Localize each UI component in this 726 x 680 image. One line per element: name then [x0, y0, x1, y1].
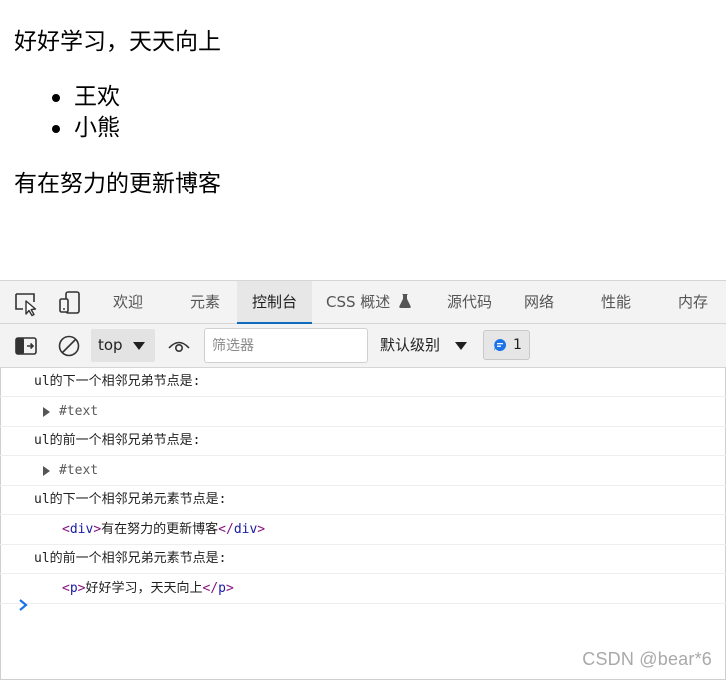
console-element[interactable]: <p>好好学习，天天向上</p> — [0, 574, 726, 604]
message-icon — [494, 338, 507, 351]
log-level-select[interactable]: 默认级别 — [380, 329, 467, 362]
expand-triangle-icon[interactable] — [43, 466, 50, 476]
tab-console[interactable]: 控制台 — [237, 281, 312, 324]
chevron-down-icon — [133, 342, 145, 350]
list-item: 王欢 — [14, 82, 120, 113]
console-element[interactable]: <div>有在努力的更新博客</div> — [0, 515, 726, 545]
issues-badge[interactable]: 1 — [483, 330, 530, 360]
list-item: 小熊 — [14, 113, 120, 144]
issues-count: 1 — [513, 337, 522, 353]
console-message: ul的前一个相邻兄弟元素节点是: — [0, 545, 726, 574]
clear-console-icon[interactable] — [57, 334, 81, 358]
console-prompt-icon[interactable] — [17, 596, 31, 614]
eye-icon[interactable] — [167, 334, 191, 358]
console-log: ul的下一个相邻兄弟节点是: #text ul的前一个相邻兄弟节点是: #tex… — [0, 368, 726, 604]
device-emulation-icon[interactable] — [56, 289, 84, 317]
context-select[interactable]: top — [91, 329, 155, 362]
console-object[interactable]: #text — [0, 456, 726, 486]
console-object[interactable]: #text — [0, 397, 726, 427]
page-paragraph: 好好学习，天天向上 — [14, 29, 221, 55]
console-message: ul的下一个相邻兄弟节点是: — [0, 368, 726, 397]
sidebar-toggle-icon[interactable] — [14, 334, 38, 358]
devtools-tabbar: 欢迎 元素 控制台 CSS 概述 源代码 网络 性能 内存 — [0, 280, 726, 324]
tab-elements[interactable]: 元素 — [190, 281, 220, 324]
tab-network[interactable]: 网络 — [524, 281, 554, 324]
bullet-icon — [52, 125, 60, 133]
tab-performance[interactable]: 性能 — [601, 281, 631, 324]
inspect-element-icon[interactable] — [12, 289, 40, 317]
tab-welcome[interactable]: 欢迎 — [113, 281, 143, 324]
bullet-icon — [52, 94, 60, 102]
tab-memory[interactable]: 内存 — [678, 281, 708, 324]
tab-sources[interactable]: 源代码 — [447, 281, 492, 324]
flask-icon — [399, 294, 411, 308]
page-viewport: 好好学习，天天向上 王欢 小熊 有在努力的更新博客 — [0, 0, 726, 280]
tab-css-overview[interactable]: CSS 概述 — [326, 281, 411, 324]
console-message: ul的下一个相邻兄弟元素节点是: — [0, 486, 726, 515]
console-toolbar: top 默认级别 1 — [0, 324, 726, 368]
page-div: 有在努力的更新博客 — [14, 171, 221, 197]
watermark: CSDN @bear*6 — [582, 649, 712, 669]
console-message: ul的前一个相邻兄弟节点是: — [0, 427, 726, 456]
expand-triangle-icon[interactable] — [43, 407, 50, 417]
page-list: 王欢 小熊 — [14, 82, 120, 144]
chevron-down-icon — [455, 342, 467, 350]
filter-input[interactable] — [204, 328, 368, 363]
